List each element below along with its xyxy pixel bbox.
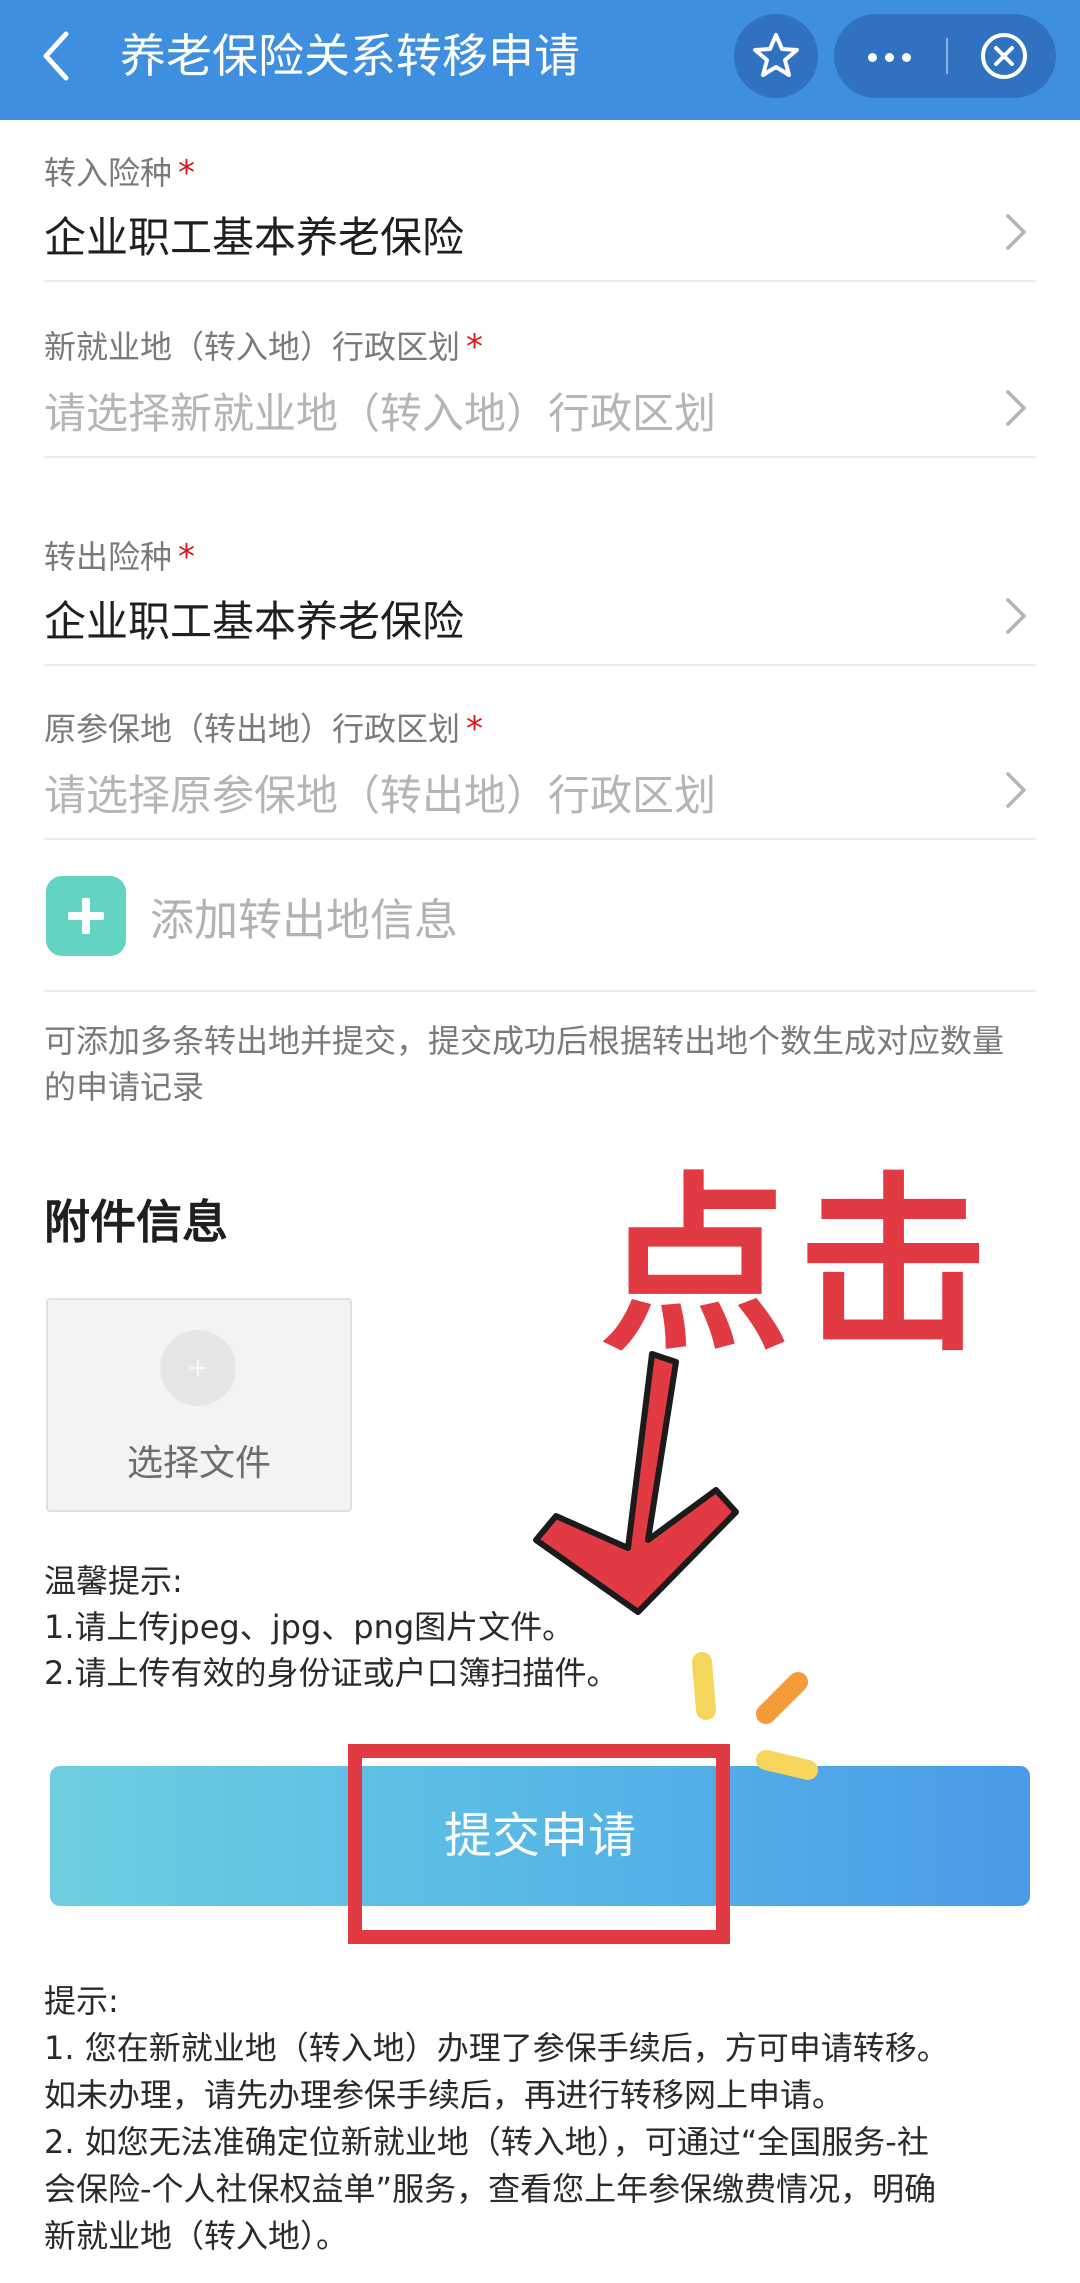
hint-line: 1. 您在新就业地（转入地）办理了参保手续后，方可申请转移。 [44,2029,949,2067]
new-region-field[interactable]: 新就业地（转入地）行政区划 * 请选择新就业地（转入地）行政区划 [44,314,1036,454]
field-value: 企业职工基本养老保险 [44,597,465,646]
plus-icon [160,1330,236,1406]
field-placeholder: 请选择新就业地（转入地）行政区划 [44,389,717,438]
required-mark: * [466,327,484,367]
add-out-info-button[interactable] [46,876,126,956]
chevron-right-icon [1006,390,1026,426]
divider [44,456,1036,458]
divider [44,838,1036,840]
close-button[interactable] [954,14,1056,98]
chevron-right-icon [1006,598,1026,634]
required-mark: * [466,709,484,749]
favorite-button[interactable] [734,14,818,98]
field-label: 转出险种 * [44,537,196,577]
divider [44,664,1036,666]
close-circle-icon [981,33,1027,79]
highlight-box [348,1744,730,1944]
original-region-field[interactable]: 原参保地（转出地）行政区划 * 请选择原参保地（转出地）行政区划 [44,696,1036,836]
tip-line: 2.请上传有效的身份证或户口簿扫描件。 [44,1654,619,1692]
attachments-title: 附件信息 [44,1195,228,1249]
chevron-right-icon [1006,772,1026,808]
hint-block: 提示: 1. 您在新就业地（转入地）办理了参保手续后，方可申请转移。 如未办理，… [44,1978,1044,2260]
chevron-right-icon [1006,214,1026,250]
more-button[interactable] [834,14,944,98]
chevron-left-icon [43,31,69,81]
transfer-out-insurance-field[interactable]: 转出险种 * 企业职工基本养老保险 [44,524,1036,664]
field-label: 原参保地（转出地）行政区划 * [44,709,484,749]
transfer-in-insurance-field[interactable]: 转入险种 * 企业职工基本养老保险 [44,140,1036,280]
choose-file-label: 选择文件 [126,1443,271,1484]
required-mark: * [178,537,196,577]
divider [44,990,1036,992]
annotation-arrow-icon [533,1351,739,1615]
choose-file-button[interactable]: 选择文件 [46,1298,352,1512]
field-value: 企业职工基本养老保险 [44,213,465,262]
hint-title: 提示: [44,1982,119,2020]
back-button[interactable] [30,24,92,88]
capsule-divider [946,38,948,74]
hint-line: 2. 如您无法准确定位新就业地（转入地），可通过“全国服务-社 [44,2123,929,2161]
field-label: 转入险种 * [44,153,196,193]
star-icon [753,33,799,77]
required-mark: * [178,153,196,193]
hint-line: 会保险-个人社保权益单”服务，查看您上年参保缴费情况，明确 [44,2170,937,2208]
hint-line: 新就业地（转入地）。 [44,2217,349,2255]
page-title: 养老保险关系转移申请 [120,29,580,83]
hint-line: 如未办理，请先办理参保手续后，再进行转移网上申请。 [44,2076,845,2114]
field-label: 新就业地（转入地）行政区划 * [44,327,484,367]
title-bar: 养老保险关系转移申请 [0,0,1080,120]
add-out-info-label[interactable]: 添加转出地信息 [150,884,458,948]
field-placeholder: 请选择原参保地（转出地）行政区划 [44,771,717,820]
add-note: 可添加多条转出地并提交，提交成功后根据转出地个数生成对应数量的申请记录 [44,1022,1005,1106]
mini-program-capsule [834,14,1056,98]
divider [44,280,1036,282]
